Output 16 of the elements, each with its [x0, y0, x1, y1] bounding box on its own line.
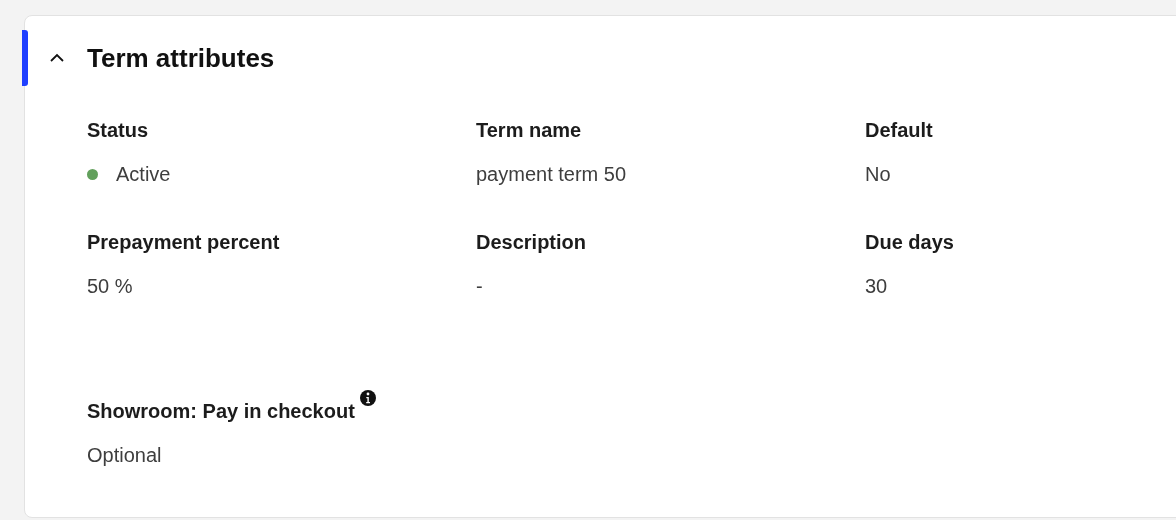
field-label: Description [476, 230, 587, 255]
field-value: 50 % [87, 274, 133, 299]
field-label: Default [865, 118, 933, 143]
field-label: Term name [476, 118, 582, 143]
field-value: - [476, 274, 483, 299]
field-label: Status [87, 118, 149, 143]
field-value: payment term 50 [476, 162, 627, 187]
field-value: Active [116, 162, 171, 187]
info-icon[interactable] [358, 389, 377, 407]
field-value: 30 [865, 274, 888, 299]
field-value: No [865, 162, 891, 187]
field-label: Prepayment percent [87, 230, 280, 255]
section-title: Term attributes [87, 42, 275, 74]
field-value: Optional [87, 443, 162, 468]
field-label: Due days [865, 230, 954, 255]
field-label: Showroom: Pay in checkout [87, 399, 355, 424]
